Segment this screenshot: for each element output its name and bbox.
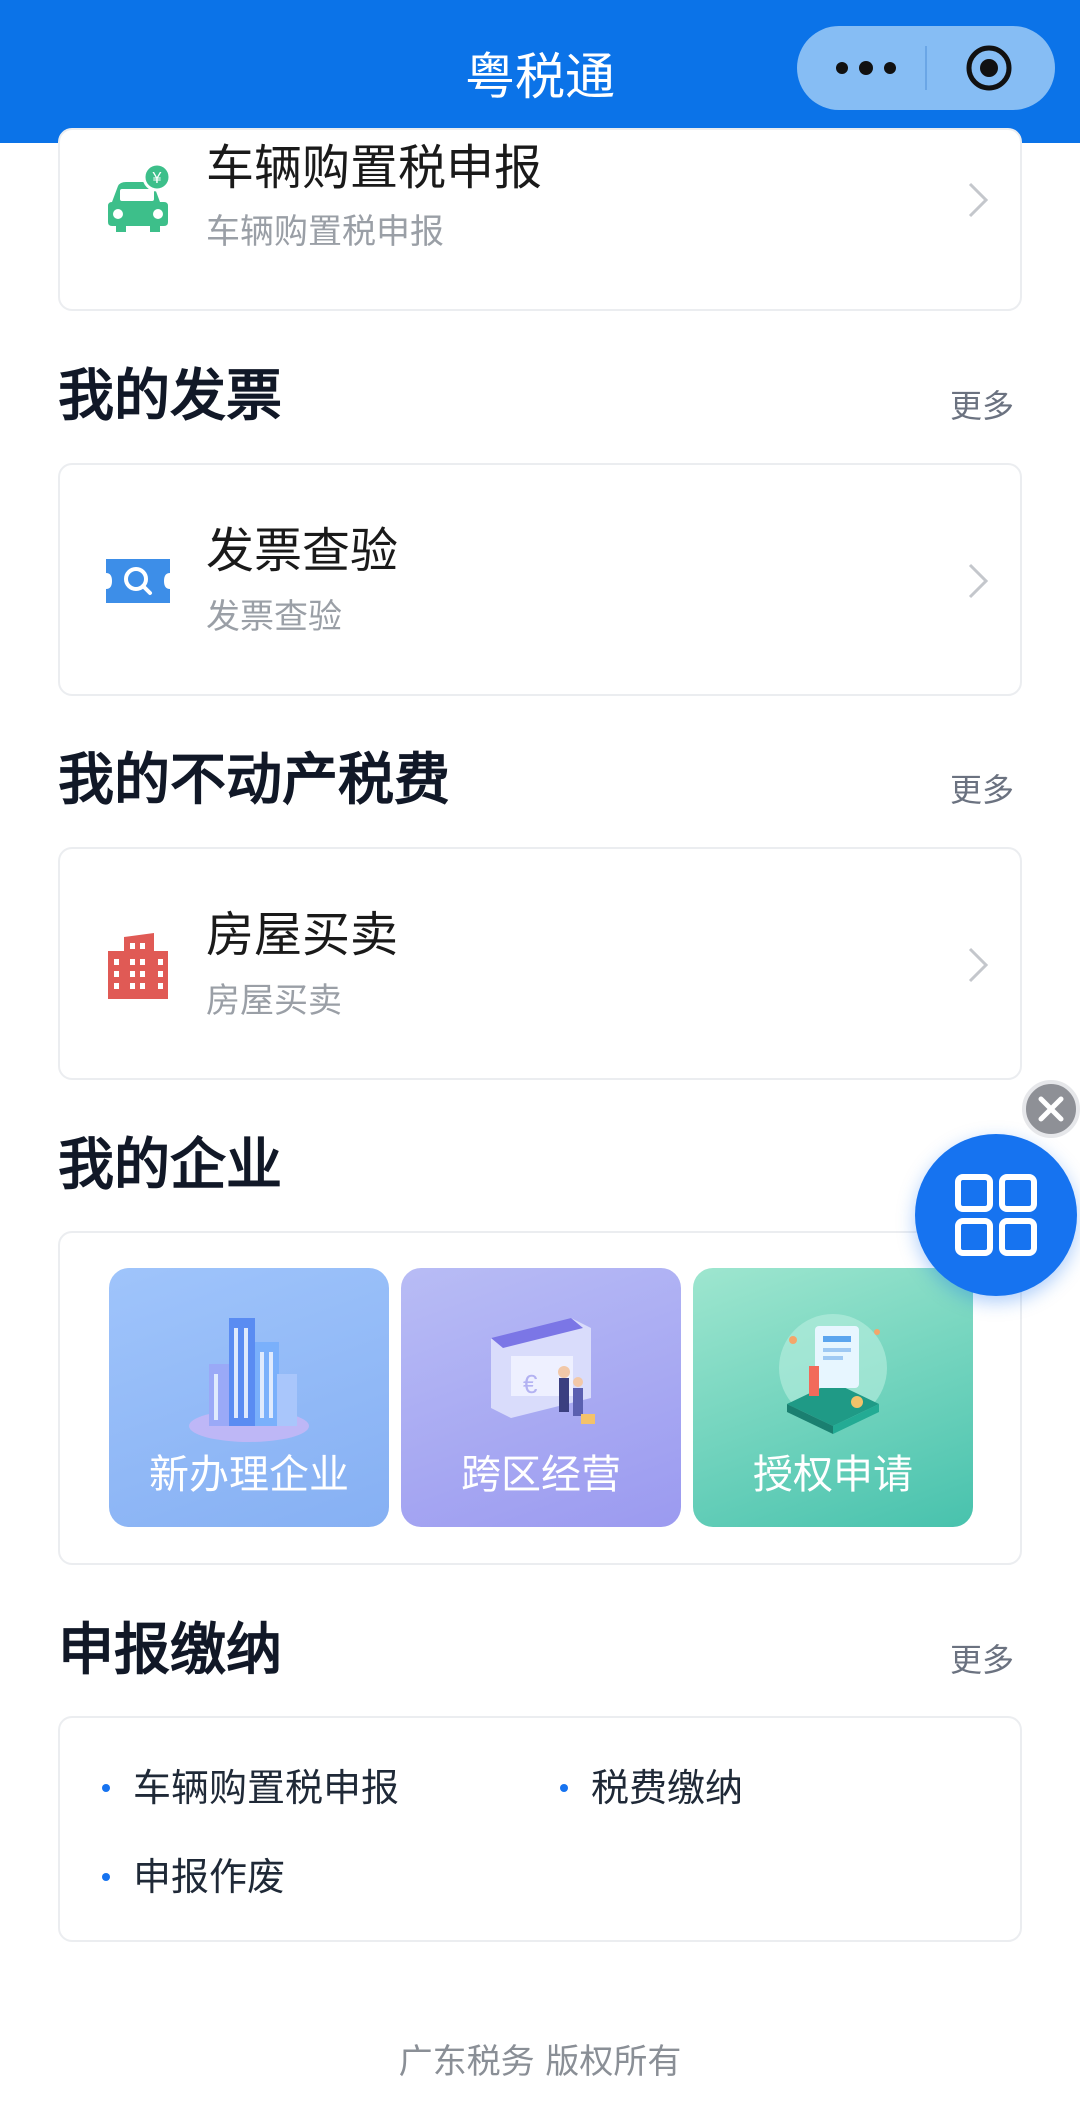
link-declaration-void[interactable]: 申报作废 — [133, 1853, 285, 1901]
invoice-check-subtitle: 发票查验 — [206, 597, 342, 637]
house-trade-subtitle: 房屋买卖 — [206, 981, 342, 1021]
storefront-icon: € — [491, 1318, 595, 1424]
floating-close-button[interactable] — [1022, 1080, 1080, 1138]
car-yuan-icon: ¥ — [108, 162, 172, 232]
bullet-dot — [102, 1873, 110, 1881]
tile-label: 新办理企业 — [149, 1452, 349, 1498]
bullet-dot — [102, 1784, 110, 1792]
section-title-invoices: 我的发票 — [58, 364, 282, 429]
svg-text:€: € — [523, 1369, 538, 1399]
house-trade-title: 房屋买卖 — [206, 907, 399, 963]
link-vehicle-tax[interactable]: 车辆购置税申报 — [133, 1764, 399, 1812]
close-icon — [1038, 1096, 1064, 1122]
capsule-divider — [925, 46, 927, 90]
floating-apps-button[interactable] — [915, 1134, 1077, 1296]
section-title-enterprise: 我的企业 — [58, 1133, 282, 1198]
house-trade-card[interactable]: 房屋买卖 房屋买卖 — [58, 847, 1022, 1080]
app-header: 粤税通 — [0, 0, 1080, 143]
target-icon[interactable] — [965, 44, 1013, 92]
footer-copyright: 广东税务 版权所有 — [398, 2042, 682, 2082]
tile-label: 授权申请 — [753, 1452, 913, 1498]
vehicle-tax-subtitle: 车辆购置税申报 — [206, 212, 444, 252]
declaration-more-link[interactable]: 更多 — [950, 1640, 1014, 1680]
chevron-right-icon — [968, 182, 989, 218]
section-title-declaration: 申报缴纳 — [58, 1618, 282, 1683]
tile-new-enterprise[interactable]: 新办理企业 — [109, 1268, 389, 1527]
link-tax-payment[interactable]: 税费缴纳 — [591, 1764, 743, 1812]
mini-program-capsule — [797, 26, 1055, 110]
vehicle-tax-card[interactable]: ¥ 车辆购置税申报 车辆购置税申报 — [58, 128, 1022, 311]
city-buildings-icon — [189, 1318, 309, 1442]
invoice-check-card[interactable]: 发票查验 发票查验 — [58, 463, 1022, 696]
tile-label: 跨区经营 — [461, 1452, 621, 1498]
chevron-right-icon — [968, 947, 989, 983]
property-more-link[interactable]: 更多 — [950, 770, 1014, 810]
svg-text:¥: ¥ — [152, 170, 162, 187]
chevron-right-icon — [968, 563, 989, 599]
vehicle-tax-title: 车辆购置税申报 — [206, 140, 543, 196]
tile-authorization[interactable]: 授权申请 — [693, 1268, 973, 1527]
tile-cross-region[interactable]: € 跨区经营 — [401, 1268, 681, 1527]
section-title-property: 我的不动产税费 — [58, 748, 450, 813]
grid-apps-icon — [955, 1174, 1037, 1256]
authorization-document-icon — [779, 1314, 887, 1434]
invoices-more-link[interactable]: 更多 — [950, 386, 1014, 426]
invoice-check-title: 发票查验 — [206, 523, 399, 579]
bullet-dot — [560, 1784, 568, 1792]
ticket-search-icon — [106, 559, 170, 603]
more-dots-icon[interactable] — [831, 52, 901, 84]
declaration-links-card — [58, 1716, 1022, 1942]
building-icon — [108, 933, 168, 999]
